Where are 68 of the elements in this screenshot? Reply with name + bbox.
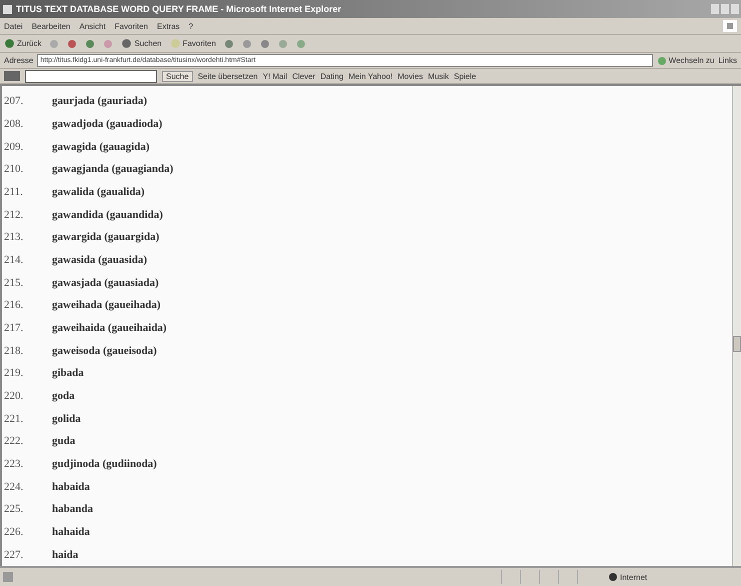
- word-link[interactable]: gawargida (gauargida): [52, 231, 160, 244]
- word-link[interactable]: gaurjada (gauriada): [52, 95, 148, 108]
- entry-number: 213.: [3, 231, 24, 244]
- entry-number: 218.: [3, 344, 24, 357]
- entry-number: 211.: [3, 186, 24, 198]
- address-label: Adresse: [4, 56, 34, 65]
- window-controls-icon[interactable]: [711, 3, 739, 15]
- scrollbar[interactable]: [732, 86, 741, 566]
- word-link[interactable]: gudjinoda (gudiinoda): [52, 458, 157, 470]
- word-link[interactable]: guda: [52, 435, 76, 448]
- word-link[interactable]: gawasida (gauasida): [52, 254, 148, 266]
- toolbar-link[interactable]: Clever: [292, 72, 316, 80]
- toolbar-link[interactable]: Spiele: [454, 72, 476, 80]
- entry-number: 222.: [3, 435, 24, 448]
- window-title: TITUS TEXT DATABASE WORD QUERY FRAME - Microsoft Internet Explorer: [16, 4, 342, 14]
- entry-number: 216.: [3, 299, 24, 312]
- entry-number: 215.: [3, 276, 24, 289]
- entry-number: 210.: [3, 163, 24, 176]
- word-link[interactable]: gawadjoda (gauadioda): [52, 118, 162, 130]
- toolbar-link[interactable]: Musik: [428, 72, 449, 80]
- word-link[interactable]: gawagida (gauagida): [52, 140, 150, 153]
- toolbar-link[interactable]: Seite übersetzen: [198, 72, 258, 80]
- entry-number: 207.: [3, 95, 24, 108]
- word-link[interactable]: hahaida: [52, 526, 90, 538]
- toolbar-link[interactable]: Y! Mail: [262, 72, 288, 80]
- entry-number: 221.: [3, 412, 24, 425]
- word-link[interactable]: gaweihada (gaueihada): [52, 299, 160, 312]
- word-link[interactable]: gawagjanda (gauagianda): [52, 163, 174, 176]
- menu-item[interactable]: Favoriten: [114, 22, 148, 30]
- menu-item[interactable]: ?: [188, 22, 194, 30]
- entry-number: 224.: [3, 480, 24, 493]
- back-button[interactable]: Zurück: [4, 38, 42, 49]
- toolbar-link[interactable]: Mein Yahoo!: [348, 72, 393, 80]
- word-link[interactable]: goda: [52, 390, 75, 402]
- word-link[interactable]: habaida: [52, 480, 90, 493]
- menu-item[interactable]: Extras: [156, 22, 180, 30]
- entry-number: 209.: [3, 140, 24, 153]
- menu-item[interactable]: Datei: [4, 22, 23, 30]
- word-link[interactable]: gibada: [52, 367, 84, 380]
- word-link[interactable]: habanda: [52, 503, 93, 516]
- word-link[interactable]: gaweihaida (gaueihaida): [52, 322, 167, 334]
- entry-number: 226.: [3, 526, 24, 538]
- search-button[interactable]: Suchen: [121, 38, 162, 49]
- menu-item[interactable]: Bearbeiten: [32, 22, 70, 30]
- links-button[interactable]: Links: [718, 56, 737, 65]
- toolbar-link[interactable]: Movies: [398, 72, 423, 80]
- word-link[interactable]: gawandida (gauandida): [52, 208, 163, 221]
- search-field[interactable]: [25, 70, 157, 82]
- entry-number: 214.: [3, 254, 24, 266]
- toolbar-link[interactable]: Dating: [320, 72, 344, 80]
- entry-number: 227.: [3, 548, 24, 561]
- go-button[interactable]: Wechseln zu: [656, 56, 714, 66]
- zone-indicator: Internet: [596, 572, 738, 582]
- favorites-button[interactable]: Favoriten: [170, 38, 216, 49]
- search-button[interactable]: Suche: [162, 70, 193, 82]
- word-link[interactable]: haida: [52, 548, 78, 561]
- entry-number: 225.: [3, 503, 24, 516]
- word-link[interactable]: gawalida (gaualida): [52, 186, 145, 198]
- word-link[interactable]: gawasjada (gauasiada): [52, 276, 159, 289]
- entry-number: 208.: [3, 118, 24, 130]
- entry-number: 223.: [3, 458, 24, 470]
- menu-item[interactable]: Ansicht: [79, 22, 106, 30]
- word-link[interactable]: gaweisoda (gaueisoda): [52, 344, 157, 357]
- entry-number: 220.: [3, 390, 24, 402]
- entry-number: 219.: [3, 367, 24, 380]
- word-link[interactable]: golida: [52, 412, 81, 425]
- entry-number: 217.: [3, 322, 24, 334]
- entry-number: 212.: [3, 208, 24, 221]
